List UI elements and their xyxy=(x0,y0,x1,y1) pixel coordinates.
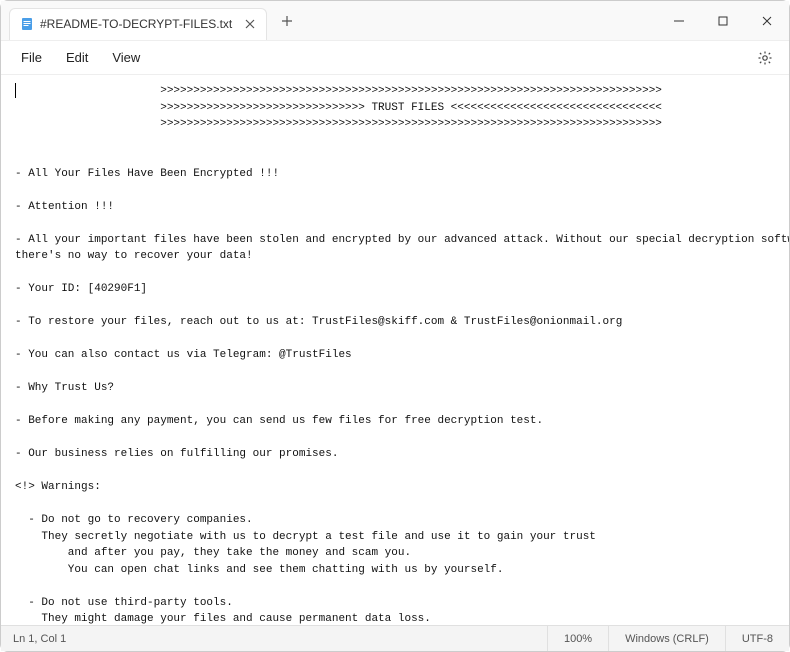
window-controls xyxy=(657,1,789,40)
status-encoding[interactable]: UTF-8 xyxy=(725,626,789,651)
statusbar: Ln 1, Col 1 100% Windows (CRLF) UTF-8 xyxy=(1,625,789,651)
close-window-button[interactable] xyxy=(745,1,789,40)
gear-icon[interactable] xyxy=(751,44,779,72)
close-icon[interactable] xyxy=(242,16,258,32)
tab-title: #README-TO-DECRYPT-FILES.txt xyxy=(40,17,232,31)
status-position[interactable]: Ln 1, Col 1 xyxy=(1,633,78,645)
menu-edit[interactable]: Edit xyxy=(56,46,98,69)
menu-file[interactable]: File xyxy=(11,46,52,69)
text-cursor xyxy=(15,83,16,98)
tab-active[interactable]: #README-TO-DECRYPT-FILES.txt xyxy=(9,8,267,40)
menu-view[interactable]: View xyxy=(102,46,150,69)
new-tab-button[interactable] xyxy=(273,7,301,35)
editor-content: >>>>>>>>>>>>>>>>>>>>>>>>>>>>>>>>>>>>>>>>… xyxy=(15,83,775,625)
minimize-button[interactable] xyxy=(657,1,701,40)
maximize-button[interactable] xyxy=(701,1,745,40)
text-editor[interactable]: >>>>>>>>>>>>>>>>>>>>>>>>>>>>>>>>>>>>>>>>… xyxy=(1,75,789,625)
menubar: File Edit View xyxy=(1,41,789,75)
titlebar: #README-TO-DECRYPT-FILES.txt xyxy=(1,1,789,41)
status-line-ending[interactable]: Windows (CRLF) xyxy=(608,626,725,651)
notepad-icon xyxy=(20,17,34,31)
status-zoom[interactable]: 100% xyxy=(547,626,608,651)
